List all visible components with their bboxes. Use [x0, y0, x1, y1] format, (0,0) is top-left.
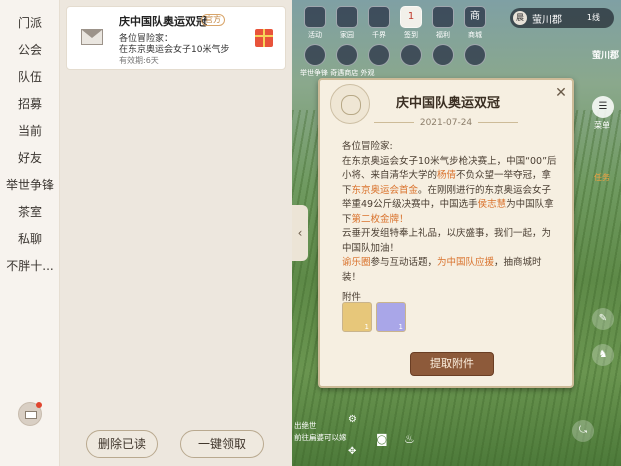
highlight-name: 侯志慧 — [477, 199, 507, 210]
mail-detail-title: 庆中国队奥运双冠 — [395, 96, 500, 111]
calendar-icon[interactable]: 1 — [400, 6, 422, 28]
sidebar-item-world-contest[interactable]: 举世争锋 — [0, 176, 60, 193]
dodge-icon[interactable]: ⤿ — [572, 420, 594, 442]
channel-sidebar: 门派 公会 队伍 招募 当前 好友 举世争锋 茶室 私聊 不胖十... — [0, 0, 60, 466]
top-icon-label: 家园 — [340, 31, 354, 39]
top-icon-label: 活动 — [308, 31, 322, 39]
badge-icon[interactable] — [400, 44, 422, 66]
highlight-name: 杨倩 — [437, 170, 457, 181]
sidebar-item-recruit[interactable]: 招募 — [0, 95, 60, 112]
sidebar-item-contact[interactable]: 不胖十... — [0, 257, 60, 274]
sidebar-item-faction[interactable]: 门派 — [0, 14, 60, 31]
home-icon[interactable] — [336, 6, 358, 28]
mail-list-panel: 庆中国队奥运双冠 官方 各位冒险家： 在东京奥运会女子10米气步 有效期:6天 … — [60, 0, 292, 466]
collapse-panel-button[interactable]: ‹ — [292, 205, 308, 261]
highlight-link[interactable]: 谕乐圈 — [342, 257, 371, 268]
mail-paragraph-1: 在东京奥运会女子10米气步枪决赛上，中国“00”后小将、来自清华大学的杨倩不负众… — [342, 155, 558, 228]
top-row2-labels: 举世争锋 奇遇商店 外观 — [300, 69, 375, 77]
bottom-text-1: 出绝世 — [294, 421, 317, 430]
sidebar-item-current[interactable]: 当前 — [0, 122, 60, 139]
cook-icon[interactable]: ♨ — [404, 432, 415, 446]
sidebar-item-team[interactable]: 队伍 — [0, 68, 60, 85]
attachments-label: 附件 — [342, 292, 362, 303]
claim-all-button[interactable]: 一键领取 — [180, 430, 264, 458]
move-icon[interactable]: ✥ — [348, 446, 356, 457]
delete-read-button[interactable]: 删除已读 — [86, 430, 158, 458]
highlight-text: 东京奥运会首金 — [351, 184, 419, 196]
mail-date: 2021-07-24 — [320, 118, 572, 128]
top-icon-label: 千界 — [372, 31, 386, 39]
orb-icon[interactable] — [368, 44, 390, 66]
location-name: 萤川郡 — [532, 15, 562, 26]
text-span: 参与互动话题， — [370, 257, 438, 268]
crest-icon[interactable] — [368, 6, 390, 28]
envelope-icon — [81, 29, 103, 45]
item-qty: 1 — [364, 323, 369, 331]
scroll-item-icon[interactable]: 1 — [342, 302, 372, 332]
gift-icon — [255, 29, 273, 47]
notification-dot — [36, 402, 42, 408]
medal-icon[interactable] — [336, 44, 358, 66]
official-badge: 官方 — [201, 14, 225, 26]
gear-icon[interactable]: ⚙ — [348, 414, 357, 425]
flame-icon[interactable] — [464, 44, 486, 66]
envelope-icon — [25, 411, 37, 419]
mail-icon[interactable] — [18, 402, 42, 426]
crystal-item-icon[interactable]: 1 — [376, 302, 406, 332]
hexagon-icon[interactable] — [304, 6, 326, 28]
swirl-icon[interactable] — [432, 6, 454, 28]
camera-icon[interactable]: ◙ — [376, 432, 388, 446]
top-icon-label: 福利 — [436, 31, 450, 39]
claim-attachment-button[interactable]: 提取附件 — [410, 352, 494, 376]
bottom-text-2: 前往扁婆可以嫁 — [294, 433, 347, 442]
shop-icon[interactable]: 商 — [464, 6, 486, 28]
highlight-text: 第二枚金牌！ — [351, 213, 409, 225]
top-icon-label: 商城 — [468, 31, 482, 39]
menu-label: 菜单 — [594, 121, 610, 130]
feather-icon[interactable]: ✎ — [592, 308, 614, 330]
horse-icon[interactable]: ♞ — [592, 344, 614, 366]
sword-icon[interactable] — [304, 44, 326, 66]
top-icon-label: 签到 — [404, 31, 418, 39]
sidebar-item-friends[interactable]: 好友 — [0, 149, 60, 166]
sidebar-item-guild[interactable]: 公会 — [0, 41, 60, 58]
item-qty: 1 — [398, 323, 403, 331]
menu-icon[interactable]: ☰ — [592, 96, 614, 118]
mail-paragraph-2: 云垂开发组特奉上礼品，以庆盛事，我们一起，为中国队加油！ — [342, 228, 552, 254]
avatar: 晨 — [513, 11, 527, 25]
quest-label[interactable]: 任务 — [594, 172, 610, 183]
close-icon[interactable]: ✕ — [552, 84, 570, 102]
player-info[interactable]: 晨 萤川郡 1线 — [510, 8, 614, 28]
mail-title: 庆中国队奥运双冠 — [119, 15, 207, 28]
map-label: 萤川郡 — [592, 51, 620, 61]
mail-item[interactable]: 庆中国队奥运双冠 官方 各位冒险家： 在东京奥运会女子10米气步 有效期:6天 — [66, 6, 286, 70]
mail-expiry: 有效期:6天 — [119, 56, 159, 65]
mail-paragraph-3: 谕乐圈参与互动话题，为中国队应援，抽商城时装！ — [342, 256, 558, 285]
highlight-text: 为中国队应援 — [437, 257, 495, 268]
mail-greeting: 各位冒险家: — [342, 141, 393, 152]
sidebar-item-private-chat[interactable]: 私聊 — [0, 230, 60, 247]
mail-detail-popup: ✕ 庆中国队奥运双冠 2021-07-24 各位冒险家: 在东京奥运会女子10米… — [318, 78, 574, 388]
sidebar-item-tea-room[interactable]: 茶室 — [0, 203, 60, 220]
activity-icon-bar: 活动 家园 千界 1 签到 福利 商 商城 举世争锋 奇遇商店 外观 — [300, 4, 500, 77]
mail-preview-line2: 在东京奥运会女子10米气步 — [119, 45, 230, 55]
server-line[interactable]: 1线 — [587, 12, 600, 23]
gem-icon[interactable] — [432, 44, 454, 66]
mail-body: 各位冒险家: 在东京奥运会女子10米气步枪决赛上，中国“00”后小将、来自清华大… — [342, 140, 558, 285]
